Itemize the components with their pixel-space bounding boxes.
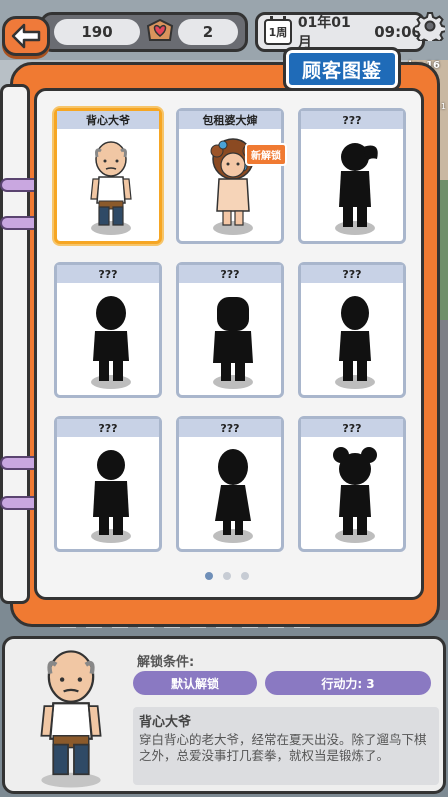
page-dot-1[interactable] (205, 572, 213, 580)
customer-card-3[interactable]: ??? (298, 108, 406, 244)
card-name: ??? (57, 419, 159, 437)
customer-card-1[interactable]: 背心大爷 (54, 108, 162, 244)
heart-box-icon (143, 14, 177, 48)
card-name: ??? (57, 265, 159, 283)
customer-card-8[interactable]: ??? (176, 416, 284, 552)
old-man-vest-avatar (40, 650, 102, 788)
week-label: 1周 (268, 26, 288, 39)
locked-silhouette-icon (213, 297, 253, 381)
coin-counter: 190 (54, 19, 140, 45)
page-dot-2[interactable] (223, 572, 231, 580)
old-man-vest-portrait (90, 141, 132, 226)
card-name: ??? (301, 111, 403, 129)
customer-card-4[interactable]: ??? (54, 262, 162, 398)
locked-silhouette-icon (339, 296, 371, 381)
customer-detail-panel: 解锁条件: 默认解锁 行动力: 3 背心大爷 穿白背心的老大爷，经常在夏天出没。… (2, 636, 446, 794)
card-name: ??? (179, 265, 281, 283)
customer-card-9[interactable]: ??? (298, 416, 406, 552)
page-dot-3[interactable] (241, 572, 249, 580)
heart-counter: 2 (178, 19, 238, 45)
customer-card-7[interactable]: ??? (54, 416, 162, 552)
new-unlock-badge: 新解锁 (245, 143, 287, 166)
date-label: 01年01月 (297, 15, 351, 51)
card-name: 背心大爷 (57, 111, 159, 129)
catalog-title: 顾客图鉴 (283, 47, 401, 91)
customer-name: 背心大爷 (139, 715, 192, 730)
locked-silhouette-icon (339, 143, 378, 227)
locked-silhouette-icon (93, 450, 129, 535)
date-time-bar: 1周 01年01月 09:00 (255, 12, 425, 52)
calendar-icon: 1周 (264, 16, 292, 45)
locked-silhouette-icon (93, 296, 129, 381)
back-arrow-icon (11, 23, 41, 49)
locked-silhouette-icon (215, 449, 251, 535)
settings-gear-icon[interactable] (414, 10, 446, 42)
customer-description-box: 背心大爷 穿白背心的老大爷，经常在夏天出没。除了遛鸟下棋之外，总爱没事打几套拳，… (133, 707, 439, 785)
condition-default-unlock: 默认解锁 (133, 671, 257, 695)
customer-card-2[interactable]: 包租婆大婶 新解锁 (176, 108, 287, 244)
card-name: ??? (179, 419, 281, 437)
locked-silhouette-icon (333, 447, 377, 535)
condition-action-points: 行动力: 3 (265, 671, 431, 695)
card-name: ??? (301, 419, 403, 437)
binder-left-page (0, 84, 30, 604)
unlock-condition-label: 解锁条件: (137, 655, 195, 670)
card-name: 包租婆大婶 (179, 111, 281, 129)
customer-description: 穿白背心的老大爷，经常在夏天出没。除了遛鸟下棋之外，总爱没事打几套拳，就权当是锻… (139, 732, 427, 763)
customer-card-6[interactable]: ??? (298, 262, 406, 398)
page-indicator (205, 572, 249, 580)
customer-card-5[interactable]: ??? (176, 262, 284, 398)
back-button[interactable] (2, 16, 50, 56)
card-name: ??? (301, 265, 403, 283)
